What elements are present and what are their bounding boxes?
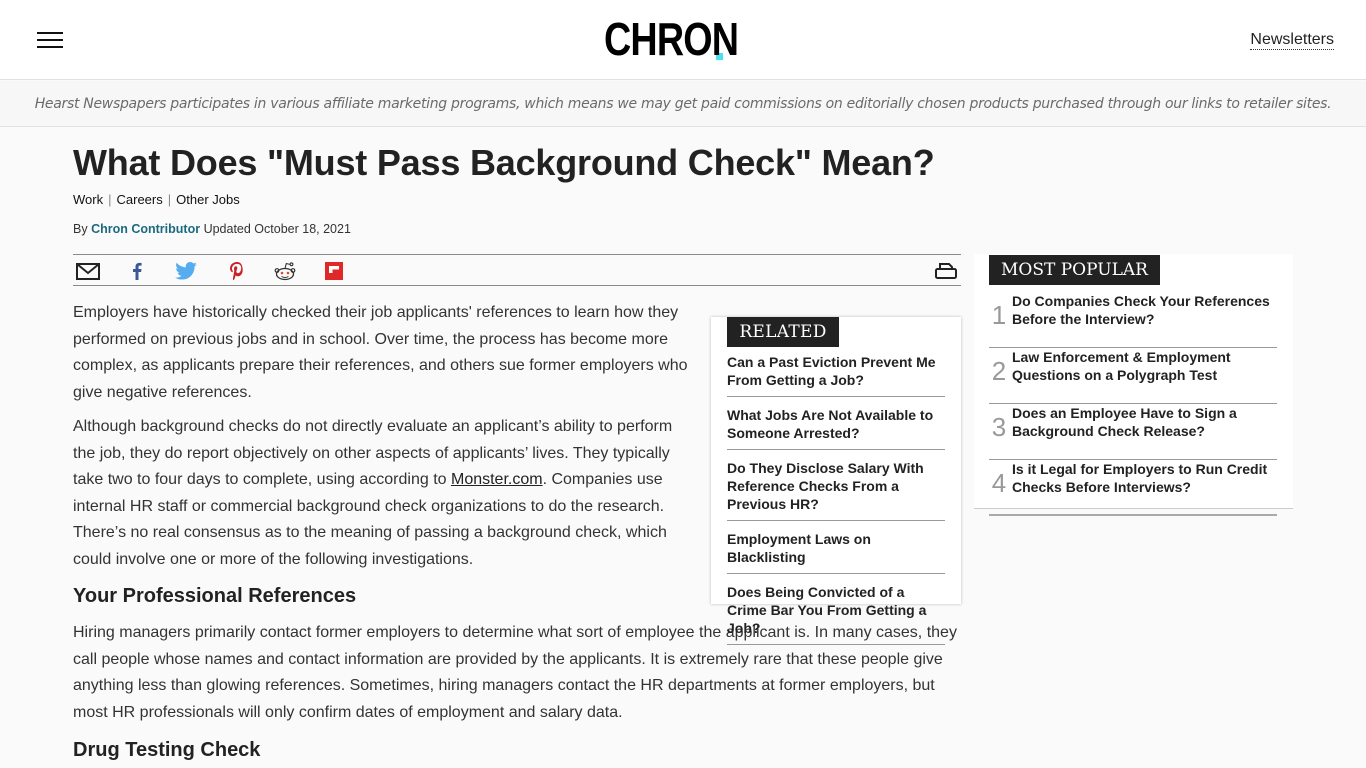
article-paragraph: Employers have historically checked thei… [73,304,688,401]
popular-rank: 1 [991,300,1007,330]
related-link[interactable]: Employment Laws on Blacklisting [727,530,945,566]
category-other-jobs[interactable]: Other Jobs [176,192,240,207]
newsletters-link[interactable]: Newsletters [1250,30,1334,50]
related-item: Can a Past Eviction Prevent Me From Gett… [727,351,945,397]
popular-item: 4 Is it Legal for Employers to Run Credi… [989,460,1277,516]
related-link[interactable]: Does Being Convicted of a Crime Bar You … [727,583,945,637]
facebook-icon[interactable] [124,261,150,281]
updated-date: Updated October 18, 2021 [203,222,351,236]
twitter-icon[interactable] [173,261,199,281]
flipboard-icon[interactable] [321,261,347,281]
related-item: What Jobs Are Not Available to Someone A… [727,404,945,450]
related-label: RELATED [727,317,839,347]
chron-logo[interactable]: CHRON [604,16,739,62]
popular-item: 3 Does an Employee Have to Sign a Backgr… [989,404,1277,460]
popular-link[interactable]: Is it Legal for Employers to Run Credit … [1012,460,1272,496]
email-icon[interactable] [75,261,101,281]
related-link[interactable]: Can a Past Eviction Prevent Me From Gett… [727,353,945,389]
popular-item: 2 Law Enforcement & Employment Questions… [989,348,1277,404]
most-popular-label: MOST POPULAR [989,255,1160,285]
print-icon[interactable] [933,261,959,281]
separator: | [167,192,172,207]
pinterest-icon[interactable] [224,261,250,281]
related-link[interactable]: Do They Disclose Salary With Reference C… [727,459,945,513]
related-item: Do They Disclose Salary With Reference C… [727,457,945,521]
byline: By Chron Contributor Updated October 18,… [73,222,351,236]
byline-prefix: By [73,222,88,236]
reddit-icon[interactable] [272,261,298,281]
menu-icon[interactable] [37,32,63,48]
category-work[interactable]: Work [73,192,103,207]
popular-item: 1 Do Companies Check Your References Bef… [989,292,1277,348]
affiliate-notice: Hearst Newspapers participates in variou… [34,96,1332,112]
popular-rank: 4 [991,468,1007,498]
most-popular-list: 1 Do Companies Check Your References Bef… [989,292,1277,516]
most-popular-box: MOST POPULAR 1 Do Companies Check Your R… [974,254,1293,516]
related-link[interactable]: What Jobs Are Not Available to Someone A… [727,406,945,442]
article-paragraph: Although background checks do not direct… [73,418,673,568]
related-list: Can a Past Eviction Prevent Me From Gett… [727,351,945,652]
popular-link[interactable]: Do Companies Check Your References Befor… [1012,292,1272,328]
popular-rank: 2 [991,356,1007,386]
section-heading: Your Professional References [73,585,357,607]
related-item: Employment Laws on Blacklisting [727,528,945,574]
share-bar [73,254,961,286]
category-careers[interactable]: Careers [117,192,163,207]
related-item: Does Being Convicted of a Crime Bar You … [727,581,945,645]
section-heading: Drug Testing Check [73,739,261,761]
article-title: What Does "Must Pass Background Check" M… [73,142,935,183]
related-box: RELATED Can a Past Eviction Prevent Me F… [711,317,961,645]
popular-rank: 3 [991,412,1007,442]
monster-link[interactable]: Monster.com [451,471,543,488]
affiliate-notice-bar: Hearst Newspapers participates in variou… [0,81,1366,127]
author-link[interactable]: Chron Contributor [91,222,200,236]
category-breadcrumb: Work | Careers | Other Jobs [73,192,240,207]
popular-link[interactable]: Law Enforcement & Employment Questions o… [1012,348,1272,384]
popular-link[interactable]: Does an Employee Have to Sign a Backgrou… [1012,404,1272,440]
separator: | [108,192,112,207]
site-header: CHRON Newsletters [0,0,1366,80]
